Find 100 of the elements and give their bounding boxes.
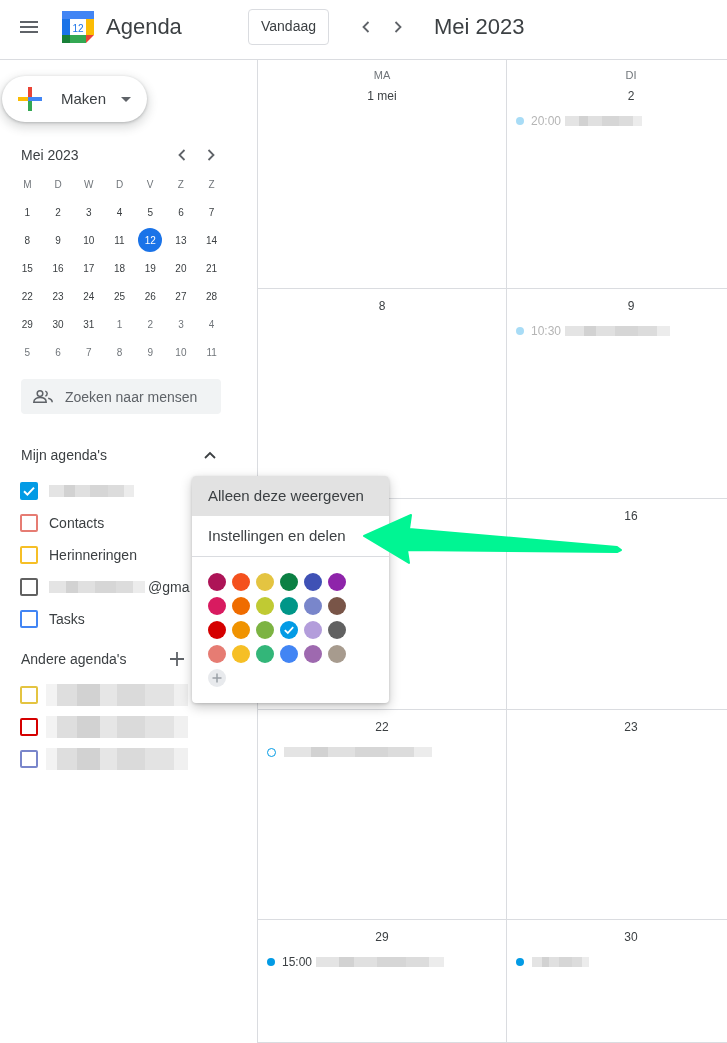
calendar-day[interactable]: 4	[199, 312, 224, 336]
menu-item[interactable]: Instellingen en delen	[192, 516, 350, 556]
date-number[interactable]: 1 mei	[367, 84, 397, 108]
today-button[interactable]: Vandaag	[248, 8, 329, 45]
color-swatch[interactable]	[304, 621, 322, 639]
date-number[interactable]: 8	[378, 294, 386, 318]
calendar-day[interactable]: 15	[15, 256, 40, 280]
calendar-day[interactable]: 26	[138, 284, 163, 308]
color-swatch[interactable]	[304, 645, 322, 663]
color-swatch[interactable]	[232, 573, 250, 591]
calendar-day[interactable]: 23	[46, 284, 71, 308]
calendar-day[interactable]: 8	[15, 228, 40, 252]
color-swatch[interactable]	[232, 645, 250, 663]
add-color-icon[interactable]	[208, 669, 226, 687]
calendar-day[interactable]: 27	[168, 284, 193, 308]
chevron-left-icon[interactable]	[178, 149, 186, 161]
date-number[interactable]: 9	[627, 294, 635, 318]
checkbox[interactable]	[20, 482, 38, 500]
calendar-day[interactable]: 19	[138, 256, 163, 280]
color-swatch[interactable]	[208, 645, 226, 663]
checkbox[interactable]	[20, 546, 38, 564]
date-number[interactable]: 16	[624, 504, 638, 528]
plus-icon[interactable]	[170, 652, 184, 666]
checkbox[interactable]	[20, 514, 38, 532]
color-swatch[interactable]	[280, 621, 298, 639]
color-swatch[interactable]	[208, 621, 226, 639]
color-swatch[interactable]	[232, 597, 250, 615]
calendar-day[interactable]: 28	[199, 284, 224, 308]
color-swatch[interactable]	[256, 645, 274, 663]
calendar-day[interactable]: 18	[107, 256, 132, 280]
date-number[interactable]: 30	[624, 925, 638, 949]
calendar-day[interactable]: 22	[15, 284, 40, 308]
calendar-day[interactable]: 5	[15, 340, 40, 364]
calendar-day[interactable]: 11	[107, 228, 132, 252]
calendar-day[interactable]: 30	[46, 312, 71, 336]
color-swatch[interactable]	[208, 597, 226, 615]
calendar-day[interactable]: 3	[168, 312, 193, 336]
calendar-day[interactable]: 25	[107, 284, 132, 308]
color-swatch[interactable]	[280, 645, 298, 663]
color-swatch[interactable]	[328, 645, 346, 663]
color-swatch[interactable]	[328, 597, 346, 615]
calendar-day[interactable]: 1	[15, 200, 40, 224]
calendar-name: Herinneringen	[49, 545, 137, 565]
event-time[interactable]: 15:00	[282, 954, 313, 970]
weekday-label: M	[23, 177, 32, 192]
calendar-day[interactable]: 31	[76, 312, 101, 336]
date-number[interactable]: 22	[375, 715, 389, 739]
color-swatch[interactable]	[328, 573, 346, 591]
checkbox[interactable]	[20, 610, 38, 628]
calendar-day[interactable]: 9	[138, 340, 163, 364]
color-swatch[interactable]	[304, 597, 322, 615]
calendar-day[interactable]: 2	[46, 200, 71, 224]
chevron-right-icon[interactable]	[394, 20, 402, 33]
date-number[interactable]: 29	[375, 925, 389, 949]
calendar-day[interactable]: 21	[199, 256, 224, 280]
color-swatch[interactable]	[280, 597, 298, 615]
calendar-day[interactable]: 7	[199, 200, 224, 224]
calendar-day[interactable]: 10	[168, 340, 193, 364]
calendar-day[interactable]: 9	[46, 228, 71, 252]
calendar-day[interactable]: 5	[138, 200, 163, 224]
calendar-day[interactable]: 16	[46, 256, 71, 280]
create-button[interactable]: Maken	[2, 76, 147, 122]
menu-icon[interactable]	[20, 20, 38, 33]
checkbox[interactable]	[20, 718, 38, 736]
chevron-up-icon[interactable]	[204, 451, 216, 459]
color-swatch[interactable]	[304, 573, 322, 591]
calendar-day[interactable]: 1	[107, 312, 132, 336]
calendar-day[interactable]: 6	[46, 340, 71, 364]
calendar-day[interactable]: 4	[107, 200, 132, 224]
color-swatch[interactable]	[232, 621, 250, 639]
calendar-day[interactable]: 11	[199, 340, 224, 364]
chevron-right-icon[interactable]	[207, 149, 215, 161]
color-swatch[interactable]	[280, 573, 298, 591]
calendar-day[interactable]: 6	[168, 200, 193, 224]
checkbox[interactable]	[20, 750, 38, 768]
calendar-day[interactable]: 29	[15, 312, 40, 336]
chevron-left-icon[interactable]	[362, 20, 370, 33]
calendar-day[interactable]: 10	[76, 228, 101, 252]
people-search-field[interactable]: Zoeken naar mensen	[21, 379, 221, 414]
calendar-day[interactable]: 20	[168, 256, 193, 280]
calendar-day[interactable]: 17	[76, 256, 101, 280]
menu-item[interactable]: Alleen deze weergeven	[192, 476, 389, 516]
calendar-day[interactable]: 7	[76, 340, 101, 364]
period-title: Mei 2023	[434, 12, 525, 41]
calendar-day[interactable]: 8	[107, 340, 132, 364]
calendar-day[interactable]: 12	[138, 228, 163, 252]
checkbox[interactable]	[20, 578, 38, 596]
calendar-day[interactable]: 13	[168, 228, 193, 252]
calendar-day[interactable]: 14	[199, 228, 224, 252]
date-number[interactable]: 2	[627, 84, 635, 108]
calendar-day[interactable]: 24	[76, 284, 101, 308]
color-swatch[interactable]	[328, 621, 346, 639]
calendar-day[interactable]: 3	[76, 200, 101, 224]
color-swatch[interactable]	[256, 573, 274, 591]
color-swatch[interactable]	[208, 573, 226, 591]
date-number[interactable]: 23	[624, 715, 638, 739]
calendar-day[interactable]: 2	[138, 312, 163, 336]
color-swatch[interactable]	[256, 597, 274, 615]
color-swatch[interactable]	[256, 621, 274, 639]
checkbox[interactable]	[20, 686, 38, 704]
